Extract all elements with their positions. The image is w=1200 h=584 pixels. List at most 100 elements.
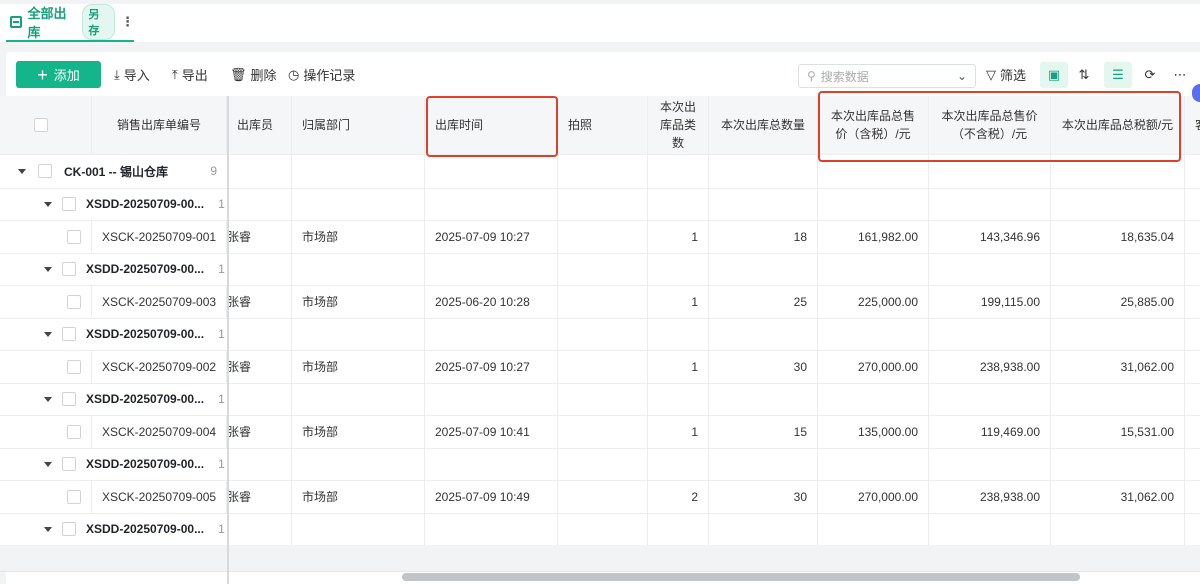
column-header-customer[interactable]: 客 [1195, 116, 1200, 134]
total-tax: 15,531.00 [1120, 424, 1174, 439]
side-assistant-tab[interactable] [1192, 84, 1200, 102]
cell [0, 286, 92, 318]
order-count: 1 [218, 262, 225, 277]
more-vertical-icon[interactable]: ⋮ [121, 14, 134, 30]
outbound-number[interactable]: XSCK-20250709-004 [102, 425, 216, 439]
cell [1185, 221, 1200, 253]
frozen-column-divider[interactable] [227, 96, 229, 584]
group-checkbox[interactable] [38, 164, 52, 179]
cell [425, 318, 558, 350]
column-header-department[interactable]: 归属部门 [302, 116, 350, 134]
operation-log-button[interactable]: ◷ 操作记录 [288, 61, 355, 88]
export-button[interactable]: ⤒ 导出 [172, 61, 208, 88]
delete-button[interactable]: 🗑 删除 [230, 61, 277, 88]
row-checkbox[interactable] [67, 489, 81, 504]
filter-button[interactable]: ▽ 筛选 [986, 61, 1026, 88]
cell: CK-001 -- 锡山仓库 9 [0, 155, 227, 188]
expand-triangle-icon[interactable] [44, 461, 52, 467]
sort-icon[interactable]: ⇅ [1070, 62, 1098, 88]
column-header-staff[interactable]: 出库员 [237, 116, 273, 134]
outbound-number[interactable]: XSCK-20250709-001 [102, 230, 216, 244]
order-number[interactable]: XSDD-20250709-00... [86, 457, 204, 471]
row-checkbox[interactable] [67, 424, 81, 439]
outbound-number[interactable]: XSCK-20250709-003 [102, 295, 216, 309]
chevron-down-icon[interactable]: ⌄ [957, 69, 967, 83]
cell [227, 383, 292, 415]
column-header-item-kinds[interactable]: 本次出库品类数 [658, 98, 698, 152]
order-checkbox[interactable] [62, 457, 76, 472]
order-checkbox[interactable] [62, 392, 76, 407]
expand-triangle-icon[interactable] [44, 526, 52, 532]
delete-label: 删除 [250, 68, 277, 83]
outbound-number[interactable]: XSCK-20250709-005 [102, 490, 216, 504]
cell: 本次出库总数量 [709, 96, 818, 154]
expand-triangle-icon[interactable] [44, 396, 52, 402]
order-checkbox[interactable] [62, 262, 76, 277]
order-group-row: XSDD-20250709-00... 1 [0, 188, 1200, 221]
cell [1185, 189, 1200, 221]
cell: 2 [648, 481, 709, 513]
total-qty: 15 [793, 424, 807, 439]
cell: 归属部门 [292, 96, 425, 154]
order-checkbox[interactable] [62, 197, 76, 212]
row-checkbox[interactable] [67, 229, 81, 244]
tab-all-outbound[interactable]: 全部出库 另存 ⋮ [6, 4, 134, 42]
expand-triangle-icon[interactable] [44, 331, 52, 337]
cell [1185, 384, 1200, 416]
cell: 15,531.00 [1051, 416, 1185, 448]
horizontal-scrollbar[interactable] [402, 573, 1080, 581]
outbound-number[interactable]: XSCK-20250709-002 [102, 360, 216, 374]
tab-label: 全部出库 [27, 6, 67, 40]
cell [1185, 481, 1200, 513]
cell [558, 253, 648, 285]
row-checkbox[interactable] [67, 359, 81, 374]
cell [1051, 188, 1185, 220]
total-price-tax-excl: 199,115.00 [980, 294, 1040, 309]
expand-triangle-icon[interactable] [18, 168, 26, 174]
cell [292, 448, 425, 480]
item-kinds: 1 [691, 424, 698, 439]
expand-triangle-icon[interactable] [44, 266, 52, 272]
cell [558, 383, 648, 415]
outbound-time: 2025-07-09 10:27 [435, 229, 530, 244]
cell [0, 96, 92, 154]
order-checkbox[interactable] [62, 327, 76, 342]
order-number[interactable]: XSDD-20250709-00... [86, 262, 204, 276]
export-label: 导出 [181, 68, 208, 83]
order-number[interactable]: XSDD-20250709-00... [86, 392, 204, 406]
order-number[interactable]: XSDD-20250709-00... [86, 522, 204, 536]
item-kinds: 1 [691, 359, 698, 374]
column-header-order-no[interactable]: 销售出库单编号 [117, 116, 201, 134]
expand-triangle-icon[interactable] [44, 201, 52, 207]
cell [929, 383, 1051, 415]
save-as-button[interactable]: 另存 [82, 4, 115, 40]
cell [818, 513, 929, 545]
cell: 238,938.00 [929, 351, 1051, 383]
item-kinds: 1 [691, 294, 698, 309]
outbound-time: 2025-07-09 10:27 [435, 359, 530, 374]
group-icon[interactable]: ☰ [1104, 62, 1132, 88]
cell: XSCK-20250709-005 [92, 481, 227, 513]
row-checkbox[interactable] [67, 294, 81, 309]
order-number[interactable]: XSDD-20250709-00... [86, 197, 204, 211]
table-row: XSCK-20250709-004 张睿 市场部 2025-07-09 10:41 1 1… [0, 416, 1200, 449]
table-row: XSCK-20250709-005 张睿 市场部 2025-07-09 10:49 2 3… [0, 481, 1200, 514]
import-button[interactable]: ⤓ 导入 [114, 61, 150, 88]
card-view-icon[interactable]: ▣ [1040, 62, 1068, 88]
select-all-checkbox[interactable] [33, 118, 48, 132]
add-button[interactable]: + 添加 [16, 61, 101, 88]
upload-icon: ⤒ [172, 66, 178, 82]
total-tax: 31,062.00 [1120, 359, 1174, 374]
cell: 2025-07-09 10:49 [425, 481, 558, 513]
cell [558, 188, 648, 220]
refresh-icon[interactable]: ⟳ [1136, 62, 1164, 88]
order-number[interactable]: XSDD-20250709-00... [86, 327, 204, 341]
more-icon[interactable]: ⋯ [1166, 62, 1194, 88]
cell [648, 513, 709, 545]
cell: 135,000.00 [818, 416, 929, 448]
search-input[interactable]: ⚲ 搜索数据 ⌄ [798, 64, 976, 88]
column-header-total-qty[interactable]: 本次出库总数量 [721, 116, 805, 134]
cell [558, 155, 648, 188]
column-header-photo[interactable]: 拍照 [568, 116, 592, 134]
order-checkbox[interactable] [62, 522, 76, 537]
